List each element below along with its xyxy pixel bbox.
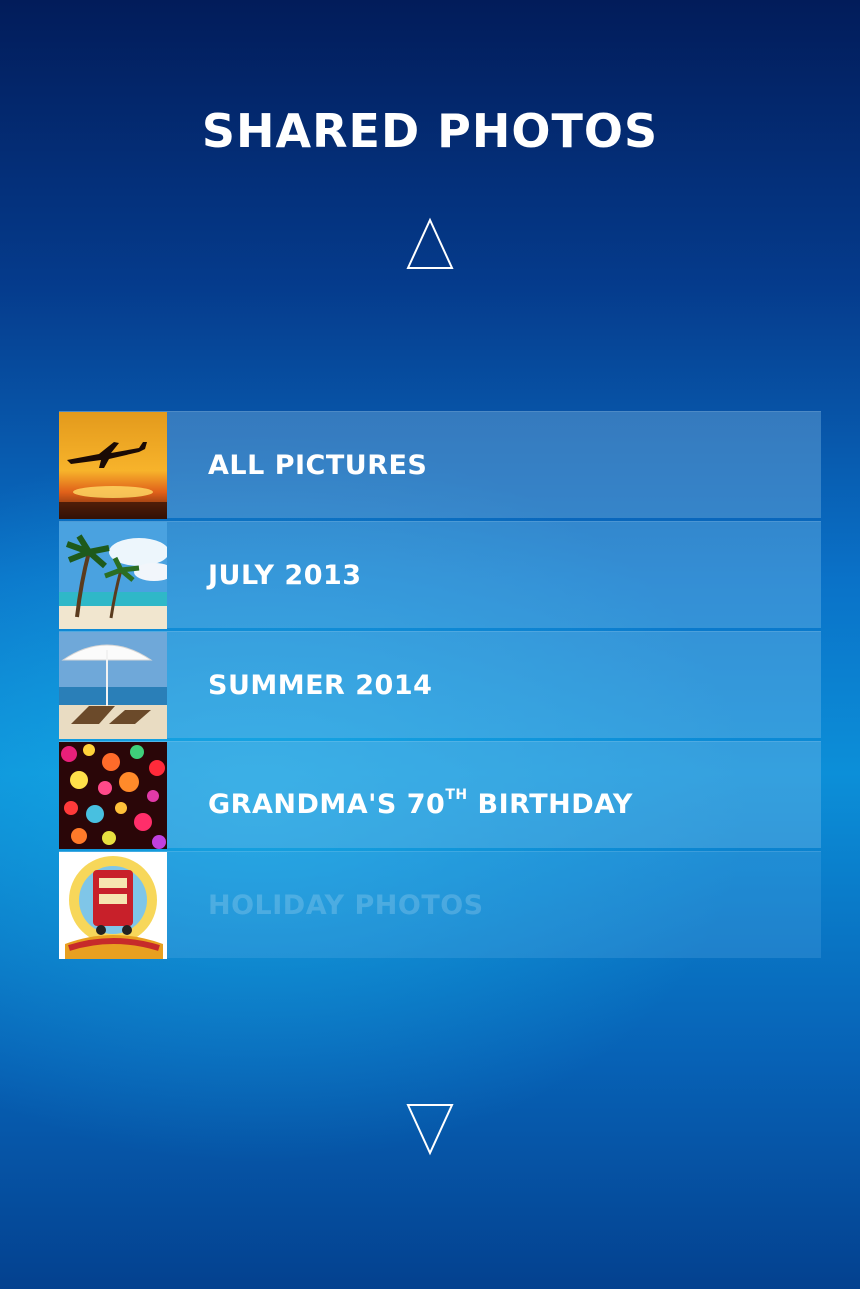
- triangle-down-icon: [406, 1104, 454, 1156]
- album-label-end: BIRTHDAY: [467, 789, 633, 820]
- palm-beach-thumbnail: [59, 522, 167, 629]
- scroll-up-button[interactable]: [405, 217, 455, 271]
- album-label: SUMMER 2014: [208, 670, 433, 701]
- album-row-all-pictures[interactable]: ALL PICTURES: [59, 411, 821, 519]
- bokeh-lights-thumbnail: [59, 742, 167, 849]
- page-title: SHARED PHOTOS: [201, 104, 659, 158]
- album-row-summer-2014[interactable]: SUMMER 2014: [59, 631, 821, 739]
- album-label-main: GRANDMA'S 70: [208, 789, 446, 820]
- album-label: JULY 2013: [208, 560, 362, 591]
- umbrella-beach-thumbnail: [59, 632, 167, 739]
- album-label: ALL PICTURES: [208, 450, 428, 481]
- triangle-up-icon: [406, 217, 454, 269]
- album-list: ALL PICTURES JULY 2013 SUMMER 2014 GRAND…: [59, 411, 821, 961]
- album-label-ordinal: TH: [445, 787, 468, 803]
- album-label: GRANDMA'S 70TH BIRTHDAY: [208, 742, 633, 849]
- album-label: HOLIDAY PHOTOS: [208, 890, 484, 921]
- album-row-holiday-photos[interactable]: HOLIDAY PHOTOS: [59, 851, 821, 959]
- album-row-grandmas-birthday[interactable]: GRANDMA'S 70TH BIRTHDAY: [59, 741, 821, 849]
- scroll-down-button[interactable]: [405, 1102, 455, 1156]
- airplane-sunset-thumbnail: [59, 412, 167, 519]
- album-row-july-2013[interactable]: JULY 2013: [59, 521, 821, 629]
- summer-holiday-thumbnail: [59, 852, 167, 959]
